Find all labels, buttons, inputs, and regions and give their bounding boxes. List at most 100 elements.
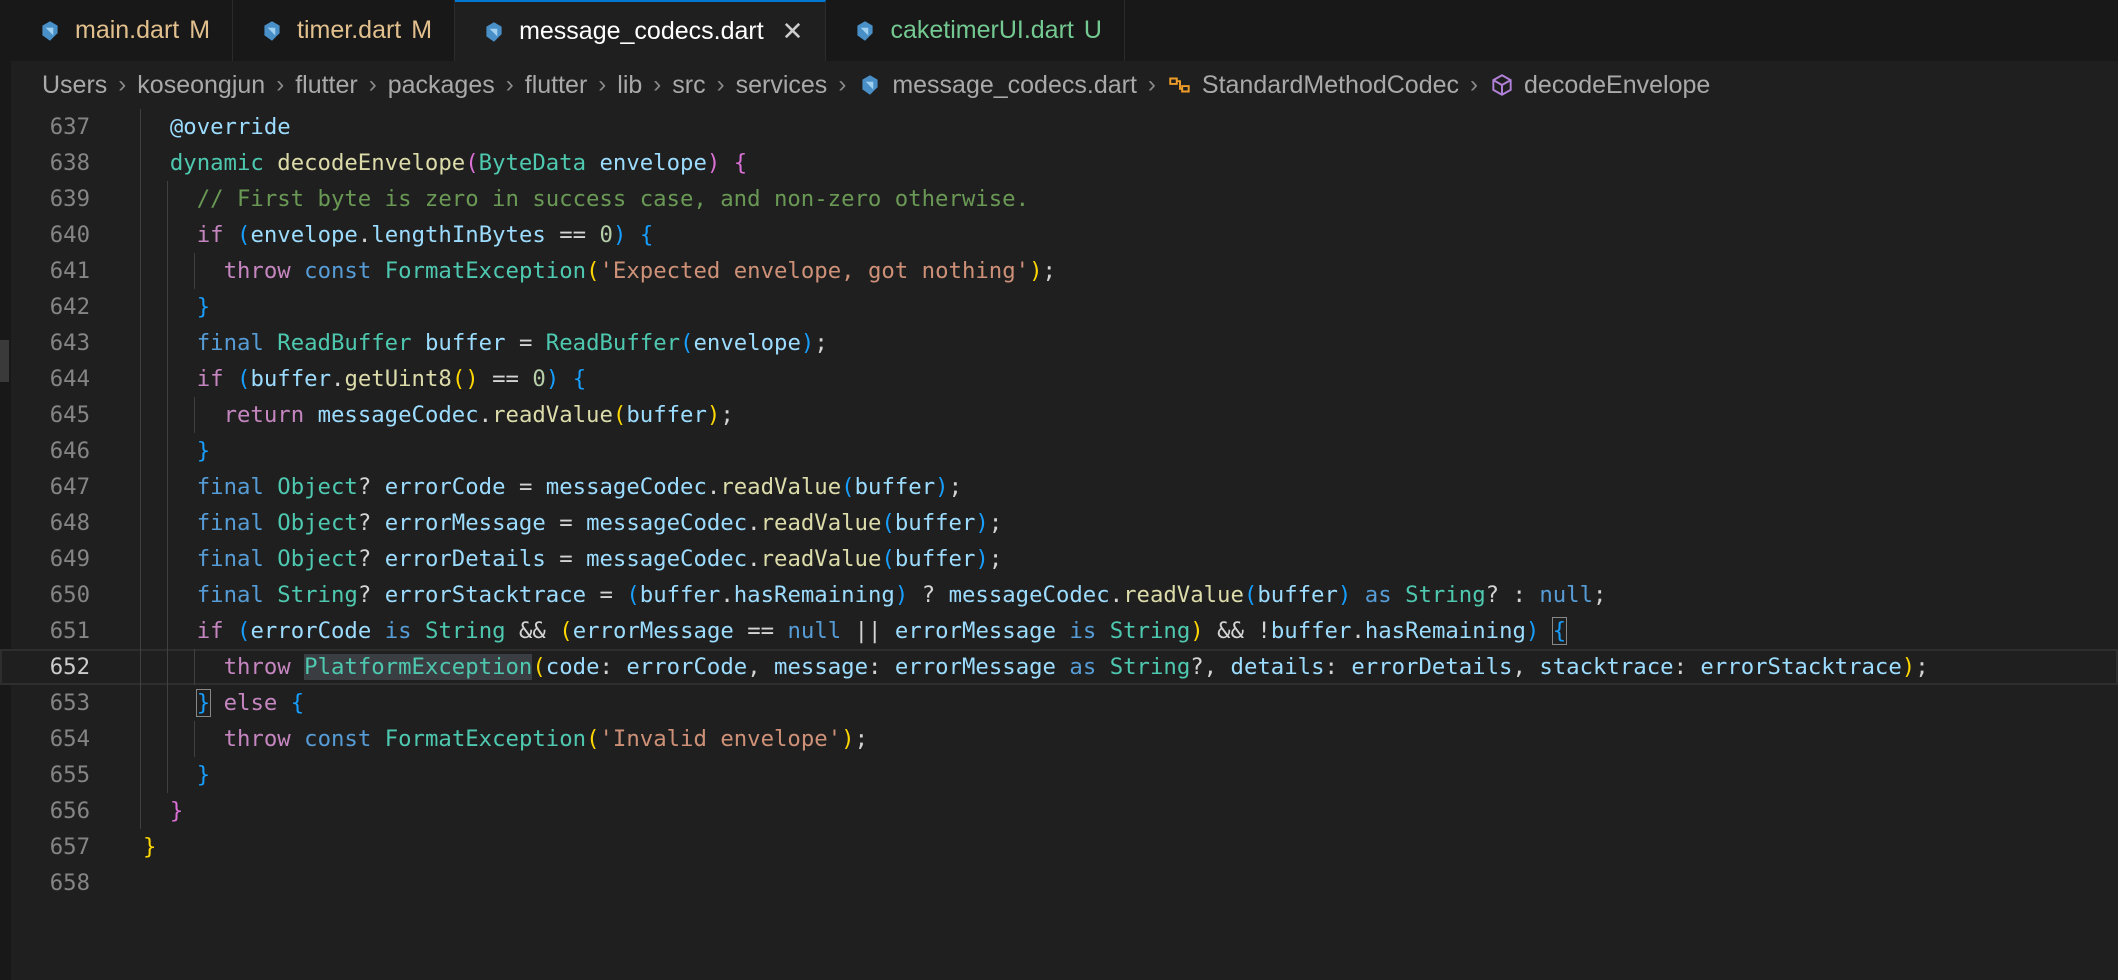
line-number: 655 <box>49 762 90 788</box>
code-token: = <box>505 474 546 500</box>
code-token: final <box>196 546 264 572</box>
tab-timer-dart[interactable]: timer.dart M <box>233 0 456 61</box>
code-line[interactable]: 657} <box>0 829 2118 865</box>
indent-guide <box>140 649 141 685</box>
chevron-right-icon: › <box>598 71 607 98</box>
tab-label: timer.dart <box>297 16 402 44</box>
tab-caketimerui-dart[interactable]: caketimerUI.dart U <box>826 0 1125 61</box>
indent-guide <box>166 469 168 505</box>
code-token: readValue <box>720 474 842 500</box>
indent-guide <box>166 613 168 649</box>
code-token: ( <box>586 726 600 752</box>
tab-message-codecs-dart[interactable]: message_codecs.dart ✕ <box>455 0 827 61</box>
code-line[interactable]: 652 throw PlatformException(code: errorCo… <box>0 649 2118 685</box>
breadcrumb-item[interactable]: Users <box>42 71 107 100</box>
code-line[interactable]: 658 <box>0 865 2118 901</box>
code-token: messageCodec <box>948 582 1110 608</box>
code-token: const <box>304 726 372 752</box>
code-token: } <box>196 294 211 320</box>
code-line[interactable]: 641 throw const FormatException('Expected… <box>0 253 2118 289</box>
code-line[interactable]: 647 final Object? errorCode = messageCode… <box>0 469 2118 505</box>
chevron-right-icon: › <box>276 71 285 98</box>
indent-guide <box>193 721 195 757</box>
code-line[interactable]: 654 throw const FormatException('Invalid … <box>0 721 2118 757</box>
code-token: buffer <box>424 330 506 356</box>
breadcrumb-label: flutter <box>295 70 358 99</box>
code-token: envelope <box>599 150 707 176</box>
code-token: ( <box>237 366 251 392</box>
code-text: } <box>143 829 156 865</box>
git-status-badge: M <box>189 16 211 44</box>
code-token: } <box>196 438 211 464</box>
code-token: PlatformException <box>304 654 533 680</box>
code-token: errorMessage <box>384 510 546 536</box>
indent-guide <box>140 325 141 361</box>
code-token: ; <box>814 330 828 356</box>
code-line[interactable]: 644 if (buffer.getUint8() == 0) { <box>0 361 2118 397</box>
code-line[interactable]: 650 final String? errorStacktrace = (buff… <box>0 577 2118 613</box>
breadcrumb-item[interactable]: decodeEnvelope <box>1489 71 1710 100</box>
code-line[interactable]: 648 final Object? errorMessage = messageC… <box>0 505 2118 541</box>
code-line[interactable]: 637 @override <box>0 109 2118 145</box>
code-text: final Object? errorCode = messageCodec.r… <box>197 469 962 505</box>
tab-main-dart[interactable]: main.dart M <box>11 0 234 61</box>
code-line[interactable]: 651 if (errorCode is String && (errorMess… <box>0 613 2118 649</box>
code-line[interactable]: 642} <box>0 289 2118 325</box>
indent-guide <box>166 721 168 757</box>
breadcrumb-item[interactable]: services <box>736 71 828 100</box>
breadcrumb-item[interactable]: packages <box>388 71 495 100</box>
code-line[interactable]: 656} <box>0 793 2118 829</box>
breadcrumb-item[interactable]: koseongjun <box>137 71 265 100</box>
breadcrumb-item[interactable]: src <box>672 71 705 100</box>
breadcrumb-item[interactable]: flutter <box>295 71 358 100</box>
line-number: 652 <box>49 654 90 680</box>
breadcrumb-item[interactable]: flutter <box>525 71 588 100</box>
code-line[interactable]: 640 if (envelope.lengthInBytes == 0) { <box>0 217 2118 253</box>
code-token: } <box>195 689 212 717</box>
code-token: ( <box>237 222 251 248</box>
code-line[interactable]: 655} <box>0 757 2118 793</box>
git-status-badge: U <box>1083 16 1102 44</box>
code-token: Object <box>277 510 358 536</box>
indent-guide <box>166 541 168 577</box>
code-token: String <box>277 582 358 608</box>
code-line[interactable]: 645 return messageCodec.readValue(buffer)… <box>0 397 2118 433</box>
code-line[interactable]: 639 // First byte is zero in success case… <box>0 181 2118 217</box>
chevron-right-icon: › <box>1147 71 1156 98</box>
close-tab-icon[interactable]: ✕ <box>782 16 804 47</box>
indent-guide <box>140 577 141 613</box>
code-token: final <box>196 330 264 356</box>
code-token: getUint8 <box>344 366 452 392</box>
code-token: throw <box>223 726 291 752</box>
indent-guide <box>166 181 168 217</box>
code-editor[interactable]: 637 @override 638 dynamic decodeEnvelope(By… <box>0 109 2118 980</box>
code-line[interactable]: 649 final Object? errorDetails = messageC… <box>0 541 2118 577</box>
indent-guide <box>140 613 141 649</box>
code-token: ) <box>975 546 989 572</box>
line-number: 639 <box>49 186 90 212</box>
breadcrumb-label: message_codecs.dart <box>892 70 1137 99</box>
code-token: ( <box>881 546 895 572</box>
breadcrumb-item[interactable]: StandardMethodCodec <box>1167 71 1459 100</box>
code-line[interactable]: 653} else { <box>0 685 2118 721</box>
code-line[interactable]: 643 final ReadBuffer buffer = ReadBuffer(… <box>0 325 2118 361</box>
breadcrumb-item[interactable]: lib <box>617 71 642 100</box>
code-token: . <box>357 222 372 248</box>
indent-guide <box>166 577 168 613</box>
code-token: is <box>384 618 412 644</box>
code-line[interactable]: 638 dynamic decodeEnvelope(ByteData envel… <box>0 145 2118 181</box>
code-line[interactable]: 646} <box>0 433 2118 469</box>
breadcrumb-item[interactable]: message_codecs.dart <box>857 71 1137 100</box>
